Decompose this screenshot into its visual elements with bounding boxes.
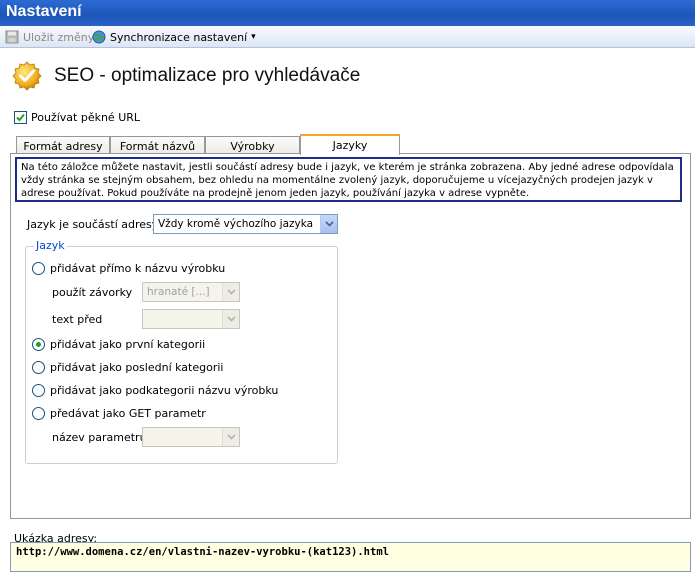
toolbar: Uložit změny Synchronizace nastavení ▾ — [0, 26, 695, 48]
pretty-url-checkbox[interactable] — [14, 111, 27, 124]
radio-get-parameter[interactable] — [32, 407, 45, 420]
brackets-label: použít závorky — [52, 286, 133, 299]
language-group-title: Jazyk — [34, 239, 67, 252]
save-button-label: Uložit změny — [23, 30, 95, 44]
sync-settings-label: Synchronizace nastavení — [110, 30, 248, 44]
language-in-url-select[interactable]: Vždy kromě výchozího jazyka — [153, 214, 338, 234]
save-icon — [5, 30, 19, 44]
sync-settings-button[interactable]: Synchronizace nastavení ▾ — [92, 29, 256, 45]
param-name-select[interactable] — [142, 427, 240, 447]
pretty-url-checkbox-row[interactable]: Používat pěkné URL — [14, 111, 140, 124]
text-before-label: text před — [52, 313, 103, 326]
language-group: Jazyk přidávat přímo k názvu výrobku pou… — [25, 239, 338, 464]
info-text: Na této záložce můžete nastavit, jestli … — [15, 157, 682, 202]
pretty-url-label: Používat pěkné URL — [31, 111, 141, 124]
page-title: SEO - optimalizace pro vyhledávače — [54, 65, 361, 86]
dropdown-arrow-icon — [222, 428, 239, 446]
brackets-select[interactable]: hranaté [...] — [142, 282, 240, 302]
page-header: SEO - optimalizace pro vyhledávače — [10, 58, 360, 94]
param-name-label: název parametru — [52, 431, 147, 444]
tab-languages[interactable]: Jazyky — [300, 134, 400, 155]
radio-append-to-product-name[interactable] — [32, 262, 45, 275]
dropdown-arrow-icon — [222, 310, 239, 328]
languages-tab-panel: Na této záložce můžete nastavit, jestli … — [10, 153, 691, 519]
chevron-down-icon: ▾ — [251, 32, 256, 42]
seo-badge-icon — [12, 61, 42, 91]
option-get-parameter-label: předávat jako GET parametr — [50, 407, 206, 420]
option-append-to-product-name-label: přidávat přímo k názvu výrobku — [50, 262, 226, 275]
brackets-value: hranaté [...] — [147, 286, 210, 298]
address-preview: http://www.domena.cz/en/vlastni-nazev-vy… — [10, 542, 691, 572]
option-product-subcategory-label: přidávat jako podkategorii názvu výrobku — [50, 384, 279, 397]
tab-name-format[interactable]: Formát názvů — [110, 136, 205, 154]
globe-sync-icon — [92, 30, 106, 44]
save-button[interactable]: Uložit změny — [5, 29, 94, 45]
option-last-category-label: přidávat jako poslední kategorii — [50, 361, 224, 374]
window-title: Nastavení — [0, 0, 695, 26]
tab-products[interactable]: Výrobky — [205, 136, 300, 154]
option-first-category-label: přidávat jako první kategorii — [50, 338, 206, 351]
radio-product-subcategory[interactable] — [32, 384, 45, 397]
tab-address-format[interactable]: Formát adresy — [16, 136, 110, 154]
language-in-url-value: Vždy kromě výchozího jazyka — [158, 218, 314, 230]
radio-first-category[interactable] — [32, 338, 45, 351]
checkmark-icon — [16, 113, 25, 122]
dropdown-arrow-icon — [222, 283, 239, 301]
dropdown-arrow-icon[interactable] — [320, 215, 337, 233]
text-before-select[interactable] — [142, 309, 240, 329]
language-in-url-label: Jazyk je součástí adresy — [27, 218, 159, 231]
radio-last-category[interactable] — [32, 361, 45, 374]
